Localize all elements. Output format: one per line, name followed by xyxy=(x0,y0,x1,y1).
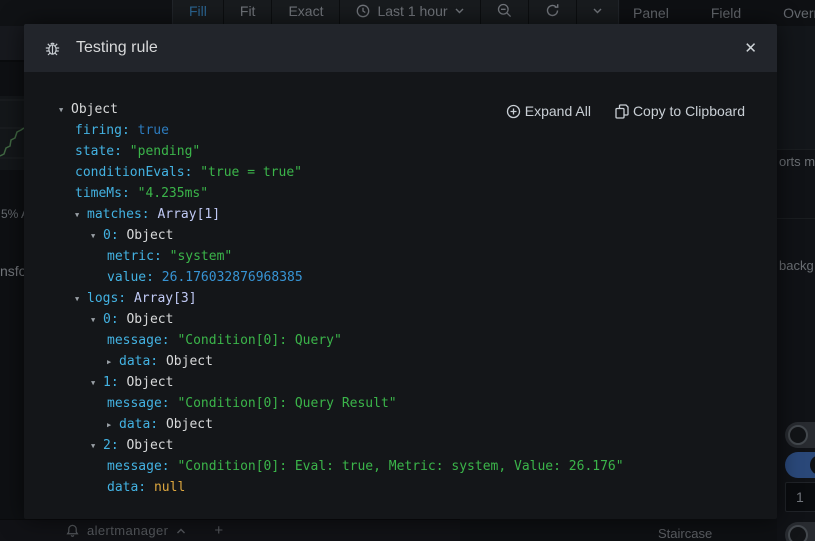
expand-all-button[interactable]: Expand All xyxy=(506,103,591,119)
json-plain-segment: Object xyxy=(166,417,213,432)
json-array-segment: Array[3] xyxy=(134,291,197,306)
expand-all-label: Expand All xyxy=(525,103,591,119)
json-string-segment: "system" xyxy=(170,249,233,264)
json-tree-line: firing: true xyxy=(75,120,777,141)
json-key-segment: 0: xyxy=(103,312,126,327)
collapse-arrow-icon[interactable]: ▼ xyxy=(91,436,103,457)
json-tree-line: timeMs: "4.235ms" xyxy=(75,183,777,204)
json-string-segment: "Condition[0]: Query" xyxy=(177,333,341,348)
json-key-segment: metric: xyxy=(107,249,170,264)
json-tree: ▼Objectfiring: truestate: "pending"condi… xyxy=(59,99,777,498)
modal-title: Testing rule xyxy=(76,39,158,57)
collapse-arrow-icon[interactable]: ▼ xyxy=(75,205,87,226)
json-tree-line: ▼0: Object xyxy=(91,309,777,330)
json-null-segment: null xyxy=(154,480,185,495)
json-key-segment: message: xyxy=(107,333,177,348)
json-plain-segment: Object xyxy=(126,312,173,327)
json-plain-segment: Object xyxy=(126,438,173,453)
json-tree-line: state: "pending" xyxy=(75,141,777,162)
json-key-segment: 1: xyxy=(103,375,126,390)
json-tree-line: ▶data: Object xyxy=(107,351,777,372)
json-key-segment: 2: xyxy=(103,438,126,453)
json-bool-segment: true xyxy=(138,123,169,138)
collapse-arrow-icon[interactable]: ▼ xyxy=(91,373,103,394)
close-icon[interactable]: ✕ xyxy=(738,37,763,59)
json-number-segment: 26.176032876968385 xyxy=(162,270,303,285)
json-key-segment: conditionEvals: xyxy=(75,165,200,180)
json-plain-segment: Object xyxy=(166,354,213,369)
json-actions: Expand All Copy to Clipboard xyxy=(506,103,745,119)
json-tree-line: conditionEvals: "true = true" xyxy=(75,162,777,183)
json-key-segment: data: xyxy=(119,417,166,432)
bug-icon xyxy=(44,40,61,57)
json-string-segment: "pending" xyxy=(130,144,200,159)
modal-header: Testing rule ✕ xyxy=(24,24,777,72)
copy-icon xyxy=(615,104,629,119)
copy-to-clipboard-label: Copy to Clipboard xyxy=(633,103,745,119)
json-tree-line: message: "Condition[0]: Query Result" xyxy=(107,393,777,414)
json-tree-line: metric: "system" xyxy=(107,246,777,267)
json-string-segment: "Condition[0]: Query Result" xyxy=(177,396,396,411)
json-tree-line: value: 26.176032876968385 xyxy=(107,267,777,288)
json-key-segment: message: xyxy=(107,396,177,411)
json-tree-line: ▼logs: Array[3] xyxy=(75,288,777,309)
screen: Fill Fit Exact Last 1 hour xyxy=(0,0,815,541)
json-plain-segment: Object xyxy=(126,375,173,390)
json-array-segment: Array[1] xyxy=(157,207,220,222)
json-key-segment: 0: xyxy=(103,228,126,243)
json-key-segment: logs: xyxy=(87,291,134,306)
json-tree-line: ▼1: Object xyxy=(91,372,777,393)
json-key-segment: matches: xyxy=(87,207,157,222)
json-key-segment: data: xyxy=(119,354,166,369)
json-key-segment: data: xyxy=(107,480,154,495)
copy-to-clipboard-button[interactable]: Copy to Clipboard xyxy=(615,103,745,119)
expand-arrow-icon[interactable]: ▶ xyxy=(107,415,119,436)
collapse-arrow-icon[interactable]: ▼ xyxy=(91,226,103,247)
json-plain-segment: Object xyxy=(71,102,118,117)
json-string-segment: "Condition[0]: Eval: true, Metric: syste… xyxy=(177,459,623,474)
json-key-segment: firing: xyxy=(75,123,138,138)
json-tree-line: ▶data: Object xyxy=(107,414,777,435)
json-tree-line: ▼matches: Array[1] xyxy=(75,204,777,225)
collapse-arrow-icon[interactable]: ▼ xyxy=(75,289,87,310)
testing-rule-modal: Testing rule ✕ Expand All xyxy=(24,24,777,519)
json-key-segment: state: xyxy=(75,144,130,159)
json-tree-line: data: null xyxy=(107,477,777,498)
json-key-segment: timeMs: xyxy=(75,186,138,201)
json-string-segment: "4.235ms" xyxy=(138,186,208,201)
collapse-arrow-icon[interactable]: ▼ xyxy=(59,100,71,121)
json-key-segment: value: xyxy=(107,270,162,285)
json-key-segment: message: xyxy=(107,459,177,474)
json-tree-line: ▼2: Object xyxy=(91,435,777,456)
expand-arrow-icon[interactable]: ▶ xyxy=(107,352,119,373)
json-string-segment: "true = true" xyxy=(200,165,302,180)
json-tree-line: message: "Condition[0]: Query" xyxy=(107,330,777,351)
json-tree-line: message: "Condition[0]: Eval: true, Metr… xyxy=(107,456,777,477)
json-plain-segment: Object xyxy=(126,228,173,243)
collapse-arrow-icon[interactable]: ▼ xyxy=(91,310,103,331)
json-tree-line: ▼0: Object xyxy=(91,225,777,246)
plus-circle-icon xyxy=(506,104,521,119)
modal-body: Expand All Copy to Clipboard ▼Objectfiri… xyxy=(24,72,777,519)
